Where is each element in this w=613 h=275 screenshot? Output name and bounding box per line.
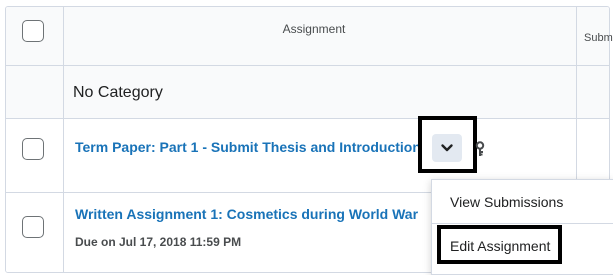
edit-highlight-box bbox=[437, 225, 562, 264]
menu-item-view-submissions[interactable]: View Submissions bbox=[432, 180, 613, 224]
table-header-row bbox=[6, 7, 609, 66]
assignment-link[interactable]: Term Paper: Part 1 - Submit Thesis and I… bbox=[75, 139, 421, 155]
column-divider bbox=[63, 7, 64, 272]
column-header-submissions[interactable]: Subm bbox=[584, 32, 613, 44]
assignment-actions-dropdown-button[interactable] bbox=[432, 134, 462, 162]
row-checkbox[interactable] bbox=[22, 138, 44, 160]
select-all-checkbox[interactable] bbox=[22, 20, 44, 42]
chevron-down-icon bbox=[441, 144, 453, 152]
category-title: No Category bbox=[73, 84, 163, 101]
key-icon bbox=[475, 141, 485, 156]
column-header-assignment[interactable]: Assignment bbox=[58, 22, 570, 36]
assignment-link[interactable]: Written Assignment 1: Cosmetics during W… bbox=[75, 206, 418, 222]
row-checkbox[interactable] bbox=[22, 216, 44, 238]
due-date: Due on Jul 17, 2018 11:59 PM bbox=[75, 235, 242, 249]
